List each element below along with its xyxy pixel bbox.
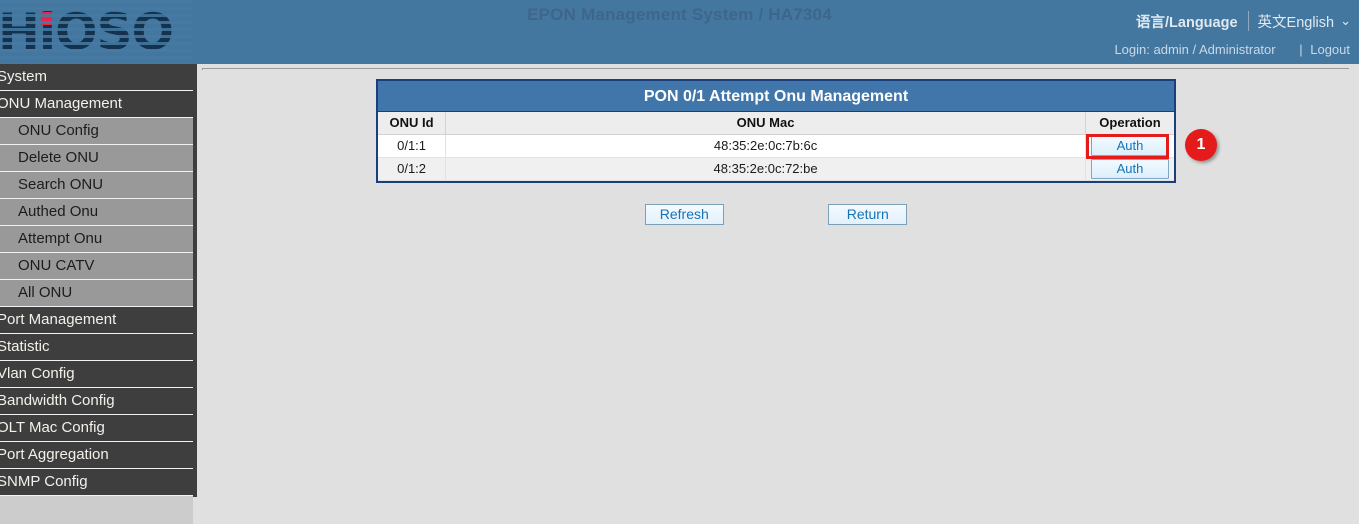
language-label: 语言/Language [1136,11,1248,32]
language-selector[interactable]: 语言/Language 英文English ⌄ [1136,10,1351,32]
sidebar-item-authed-onu[interactable]: Authed Onu [0,199,193,226]
sidebar-item-olt-mac-config[interactable]: OLT Mac Config [0,415,193,442]
language-divider [1248,11,1249,31]
step-badge-1: 1 [1185,129,1217,161]
cell-onu-id: 0/1:2 [378,157,446,180]
sidebar-item-statistic[interactable]: Statistic [0,334,193,361]
column-header-operation: Operation [1085,112,1174,134]
auth-button[interactable]: Auth [1091,136,1169,156]
cell-onu-mac: 48:35:2e:0c:7b:6c [446,134,1086,157]
cell-operation: Auth [1085,157,1174,180]
sidebar-item-bandwidth-config[interactable]: Bandwidth Config [0,388,193,415]
refresh-button[interactable]: Refresh [645,204,724,225]
cell-onu-mac: 48:35:2e:0c:72:be [446,157,1086,180]
sidebar-item-onu-config[interactable]: ONU Config [0,118,193,145]
sidebar-item-port-aggregation[interactable]: Port Aggregation [0,442,193,469]
cell-operation: Auth [1085,134,1174,157]
sidebar-item-onu-catv[interactable]: ONU CATV [0,253,193,280]
action-button-bar: Refresh Return [376,204,1176,225]
column-header-onu-id: ONU Id [378,112,446,134]
sidebar-item-all-onu[interactable]: All ONU [0,280,193,307]
sidebar-item-vlan-config[interactable]: Vlan Config [0,361,193,388]
language-value[interactable]: 英文English [1258,11,1341,32]
sidebar-item-search-onu[interactable]: Search ONU [0,172,193,199]
auth-button[interactable]: Auth [1091,159,1169,179]
logout-link[interactable]: Logout [1310,42,1359,57]
panel-title: PON 0/1 Attempt Onu Management [378,81,1174,112]
sidebar-item-onu-management[interactable]: ONU Management [0,91,193,118]
table-header-row: ONU Id ONU Mac Operation [378,112,1174,134]
chevron-down-icon[interactable]: ⌄ [1340,14,1351,28]
attempt-onu-panel: PON 0/1 Attempt Onu Management ONU Id ON… [376,79,1176,183]
login-bar: Login: admin / Administrator | Logout [0,42,1359,64]
content-area: PON 0/1 Attempt Onu Management ONU Id ON… [197,64,1359,524]
column-header-onu-mac: ONU Mac [446,112,1086,134]
logout-separator: | [1299,42,1306,57]
app-header: HiOSO EPON Management System / HA7304 语言… [0,0,1359,64]
attempt-onu-table: ONU Id ONU Mac Operation 0/1:148:35:2e:0… [378,112,1174,181]
sidebar-item-port-management[interactable]: Port Management [0,307,193,334]
cell-onu-id: 0/1:1 [378,134,446,157]
table-body: 0/1:148:35:2e:0c:7b:6cAuth0/1:248:35:2e:… [378,134,1174,180]
login-status: Login: admin / Administrator [1114,42,1295,57]
return-button[interactable]: Return [828,204,907,225]
table-row: 0/1:148:35:2e:0c:7b:6cAuth [378,134,1174,157]
table-row: 0/1:248:35:2e:0c:72:beAuth [378,157,1174,180]
sidebar-item-attempt-onu[interactable]: Attempt Onu [0,226,193,253]
sidebar-item-system[interactable]: System [0,64,193,91]
sidebar-item-snmp-config[interactable]: SNMP Config [0,469,193,496]
sidebar-item-delete-onu[interactable]: Delete ONU [0,145,193,172]
content-top-rule [202,68,1349,70]
sidebar-nav[interactable]: SystemONU ManagementONU ConfigDelete ONU… [0,64,193,524]
